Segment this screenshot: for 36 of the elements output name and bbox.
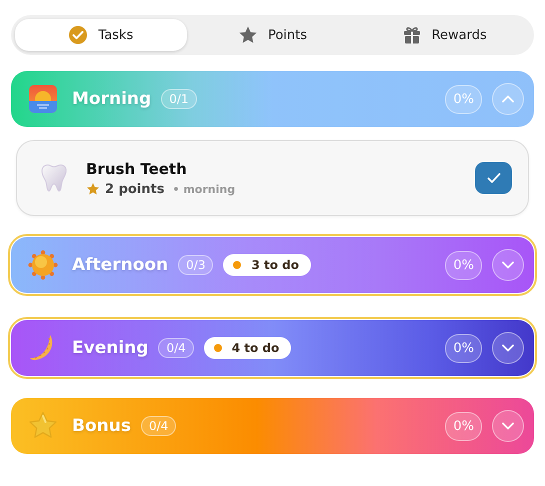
collapse-button[interactable] [492,249,524,281]
star-icon [28,411,58,441]
star-icon [238,25,258,45]
section-title: Bonus [72,416,131,436]
section-title: Evening [72,338,148,358]
sunrise-icon [28,84,58,114]
todo-badge: 4 to do [204,337,292,359]
percent-badge: 0% [445,84,482,114]
count-badge: 0/4 [140,416,176,436]
sun-icon [28,250,58,280]
gift-icon [402,25,422,45]
status-dot-icon [233,261,242,269]
checkmark-icon [486,170,502,186]
task-title: Brush Teeth [86,160,188,178]
checkbox[interactable] [475,162,512,194]
status-dot-icon [214,344,222,352]
tab[interactable]: Points [186,19,358,51]
check-circle-icon [68,25,88,45]
section-title: Afternoon [72,255,168,275]
todo-badge: 3 to do [223,254,311,276]
section-header[interactable]: Afternoon 0/3 3 to do 0% [11,237,534,293]
collapse-button[interactable] [492,332,524,364]
collapse-button[interactable] [492,410,524,442]
percent-badge: 0% [445,412,482,440]
count-badge: 0/3 [178,255,214,275]
count-badge: 0/1 [161,89,196,109]
count-badge: 0/4 [158,338,194,358]
percent-badge: 0% [445,250,482,280]
tab[interactable]: Rewards [358,19,530,51]
percent-badge: 0% [445,334,482,362]
section-title: Morning [72,89,152,109]
tab[interactable]: Tasks [15,19,187,51]
section-header[interactable]: Evening 0/4 4 to do 0% [11,320,534,376]
star-icon [86,182,100,196]
period-label: • morning [172,182,236,196]
points-label: 2 points [105,182,164,196]
